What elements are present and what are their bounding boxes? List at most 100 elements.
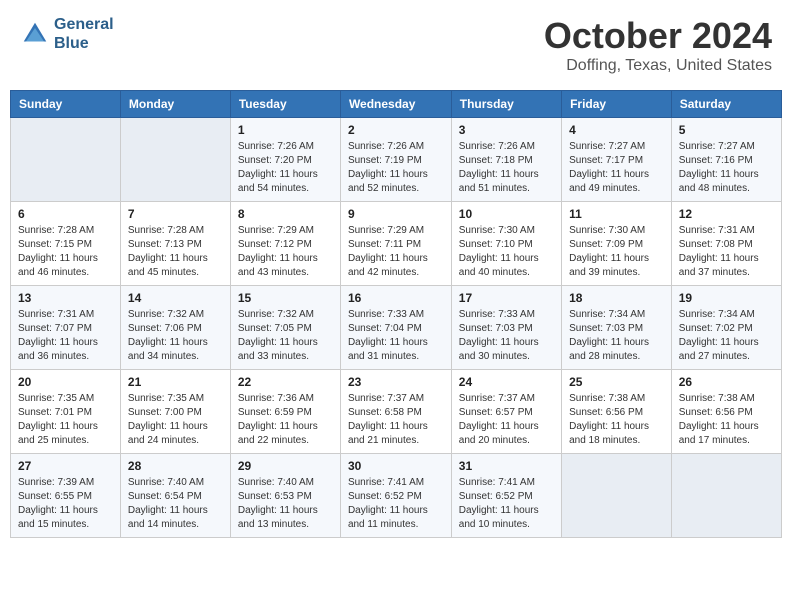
day-cell: 27 Sunrise: 7:39 AM Sunset: 6:55 PM Dayli…	[11, 454, 121, 538]
calendar-header: SundayMondayTuesdayWednesdayThursdayFrid…	[11, 91, 782, 118]
day-cell: 26 Sunrise: 7:38 AM Sunset: 6:56 PM Dayli…	[671, 370, 781, 454]
day-number: 31	[459, 459, 554, 473]
month-title: October 2024	[544, 15, 772, 57]
day-info: Sunrise: 7:29 AM Sunset: 7:12 PM Dayligh…	[238, 224, 333, 280]
day-number: 19	[679, 291, 774, 305]
day-header-saturday: Saturday	[671, 91, 781, 118]
day-cell: 2 Sunrise: 7:26 AM Sunset: 7:19 PM Daylig…	[340, 118, 451, 202]
day-cell: 1 Sunrise: 7:26 AM Sunset: 7:20 PM Daylig…	[230, 118, 340, 202]
day-cell: 25 Sunrise: 7:38 AM Sunset: 6:56 PM Dayli…	[562, 370, 672, 454]
day-cell: 24Sunrise: 7:37 AM Sunset: 6:57 PM Dayli…	[451, 370, 561, 454]
day-info: Sunrise: 7:33 AM Sunset: 7:04 PM Dayligh…	[348, 308, 444, 364]
title-block: October 2024 Doffing, Texas, United Stat…	[544, 15, 772, 75]
day-cell: 28 Sunrise: 7:40 AM Sunset: 6:54 PM Dayli…	[120, 454, 230, 538]
day-cell: 31 Sunrise: 7:41 AM Sunset: 6:52 PM Dayli…	[451, 454, 561, 538]
day-info: Sunrise: 7:26 AM Sunset: 7:18 PM Dayligh…	[459, 140, 554, 196]
day-cell: 4 Sunrise: 7:27 AM Sunset: 7:17 PM Daylig…	[562, 118, 672, 202]
day-cell	[11, 118, 121, 202]
day-number: 17	[459, 291, 554, 305]
day-cell: 12Sunrise: 7:31 AM Sunset: 7:08 PM Dayli…	[671, 202, 781, 286]
day-number: 30	[348, 459, 444, 473]
week-row-1: 1 Sunrise: 7:26 AM Sunset: 7:20 PM Daylig…	[11, 118, 782, 202]
day-info: Sunrise: 7:40 AM Sunset: 6:53 PM Dayligh…	[238, 476, 333, 532]
day-number: 3	[459, 123, 554, 137]
day-number: 24	[459, 375, 554, 389]
day-info: Sunrise: 7:29 AM Sunset: 7:11 PM Dayligh…	[348, 224, 444, 280]
day-header-thursday: Thursday	[451, 91, 561, 118]
day-number: 13	[18, 291, 113, 305]
day-number: 22	[238, 375, 333, 389]
day-number: 27	[18, 459, 113, 473]
day-info: Sunrise: 7:39 AM Sunset: 6:55 PM Dayligh…	[18, 476, 113, 532]
day-number: 18	[569, 291, 664, 305]
day-info: Sunrise: 7:28 AM Sunset: 7:13 PM Dayligh…	[128, 224, 223, 280]
day-info: Sunrise: 7:40 AM Sunset: 6:54 PM Dayligh…	[128, 476, 223, 532]
day-info: Sunrise: 7:32 AM Sunset: 7:06 PM Dayligh…	[128, 308, 223, 364]
calendar-body: 1 Sunrise: 7:26 AM Sunset: 7:20 PM Daylig…	[11, 118, 782, 538]
day-number: 16	[348, 291, 444, 305]
day-header-friday: Friday	[562, 91, 672, 118]
header-row: SundayMondayTuesdayWednesdayThursdayFrid…	[11, 91, 782, 118]
day-cell: 10 Sunrise: 7:30 AM Sunset: 7:10 PM Dayli…	[451, 202, 561, 286]
day-cell: 8Sunrise: 7:29 AM Sunset: 7:12 PM Daylig…	[230, 202, 340, 286]
day-cell: 20Sunrise: 7:35 AM Sunset: 7:01 PM Dayli…	[11, 370, 121, 454]
day-info: Sunrise: 7:38 AM Sunset: 6:56 PM Dayligh…	[569, 392, 664, 448]
day-info: Sunrise: 7:34 AM Sunset: 7:03 PM Dayligh…	[569, 308, 664, 364]
day-number: 2	[348, 123, 444, 137]
logo: General Blue	[20, 15, 114, 53]
day-info: Sunrise: 7:33 AM Sunset: 7:03 PM Dayligh…	[459, 308, 554, 364]
day-info: Sunrise: 7:28 AM Sunset: 7:15 PM Dayligh…	[18, 224, 113, 280]
day-info: Sunrise: 7:27 AM Sunset: 7:17 PM Dayligh…	[569, 140, 664, 196]
day-header-tuesday: Tuesday	[230, 91, 340, 118]
day-number: 6	[18, 207, 113, 221]
day-cell: 7 Sunrise: 7:28 AM Sunset: 7:13 PM Daylig…	[120, 202, 230, 286]
day-cell: 9 Sunrise: 7:29 AM Sunset: 7:11 PM Daylig…	[340, 202, 451, 286]
day-cell: 11Sunrise: 7:30 AM Sunset: 7:09 PM Dayli…	[562, 202, 672, 286]
day-cell: 21 Sunrise: 7:35 AM Sunset: 7:00 PM Dayli…	[120, 370, 230, 454]
page-header: General Blue October 2024 Doffing, Texas…	[10, 10, 782, 80]
day-info: Sunrise: 7:32 AM Sunset: 7:05 PM Dayligh…	[238, 308, 333, 364]
day-cell: 14 Sunrise: 7:32 AM Sunset: 7:06 PM Dayli…	[120, 286, 230, 370]
day-number: 25	[569, 375, 664, 389]
day-info: Sunrise: 7:35 AM Sunset: 7:00 PM Dayligh…	[128, 392, 223, 448]
day-info: Sunrise: 7:41 AM Sunset: 6:52 PM Dayligh…	[459, 476, 554, 532]
day-info: Sunrise: 7:37 AM Sunset: 6:58 PM Dayligh…	[348, 392, 444, 448]
day-number: 23	[348, 375, 444, 389]
day-info: Sunrise: 7:35 AM Sunset: 7:01 PM Dayligh…	[18, 392, 113, 448]
day-number: 4	[569, 123, 664, 137]
day-info: Sunrise: 7:36 AM Sunset: 6:59 PM Dayligh…	[238, 392, 333, 448]
day-number: 21	[128, 375, 223, 389]
day-info: Sunrise: 7:34 AM Sunset: 7:02 PM Dayligh…	[679, 308, 774, 364]
day-number: 14	[128, 291, 223, 305]
location: Doffing, Texas, United States	[544, 57, 772, 75]
day-number: 10	[459, 207, 554, 221]
day-info: Sunrise: 7:38 AM Sunset: 6:56 PM Dayligh…	[679, 392, 774, 448]
day-info: Sunrise: 7:31 AM Sunset: 7:07 PM Dayligh…	[18, 308, 113, 364]
day-info: Sunrise: 7:30 AM Sunset: 7:10 PM Dayligh…	[459, 224, 554, 280]
logo-text: General Blue	[54, 15, 114, 53]
day-cell: 22 Sunrise: 7:36 AM Sunset: 6:59 PM Dayli…	[230, 370, 340, 454]
day-info: Sunrise: 7:26 AM Sunset: 7:19 PM Dayligh…	[348, 140, 444, 196]
day-number: 5	[679, 123, 774, 137]
day-info: Sunrise: 7:26 AM Sunset: 7:20 PM Dayligh…	[238, 140, 333, 196]
day-info: Sunrise: 7:30 AM Sunset: 7:09 PM Dayligh…	[569, 224, 664, 280]
day-cell: 6 Sunrise: 7:28 AM Sunset: 7:15 PM Daylig…	[11, 202, 121, 286]
day-cell: 3 Sunrise: 7:26 AM Sunset: 7:18 PM Daylig…	[451, 118, 561, 202]
day-number: 9	[348, 207, 444, 221]
logo-icon	[20, 19, 50, 49]
day-info: Sunrise: 7:27 AM Sunset: 7:16 PM Dayligh…	[679, 140, 774, 196]
day-number: 1	[238, 123, 333, 137]
day-number: 29	[238, 459, 333, 473]
day-number: 28	[128, 459, 223, 473]
day-number: 26	[679, 375, 774, 389]
day-cell: 13 Sunrise: 7:31 AM Sunset: 7:07 PM Dayli…	[11, 286, 121, 370]
day-cell	[120, 118, 230, 202]
day-header-monday: Monday	[120, 91, 230, 118]
week-row-4: 20Sunrise: 7:35 AM Sunset: 7:01 PM Dayli…	[11, 370, 782, 454]
day-number: 7	[128, 207, 223, 221]
day-header-sunday: Sunday	[11, 91, 121, 118]
day-number: 12	[679, 207, 774, 221]
week-row-2: 6 Sunrise: 7:28 AM Sunset: 7:15 PM Daylig…	[11, 202, 782, 286]
week-row-5: 27 Sunrise: 7:39 AM Sunset: 6:55 PM Dayli…	[11, 454, 782, 538]
day-cell: 19 Sunrise: 7:34 AM Sunset: 7:02 PM Dayli…	[671, 286, 781, 370]
